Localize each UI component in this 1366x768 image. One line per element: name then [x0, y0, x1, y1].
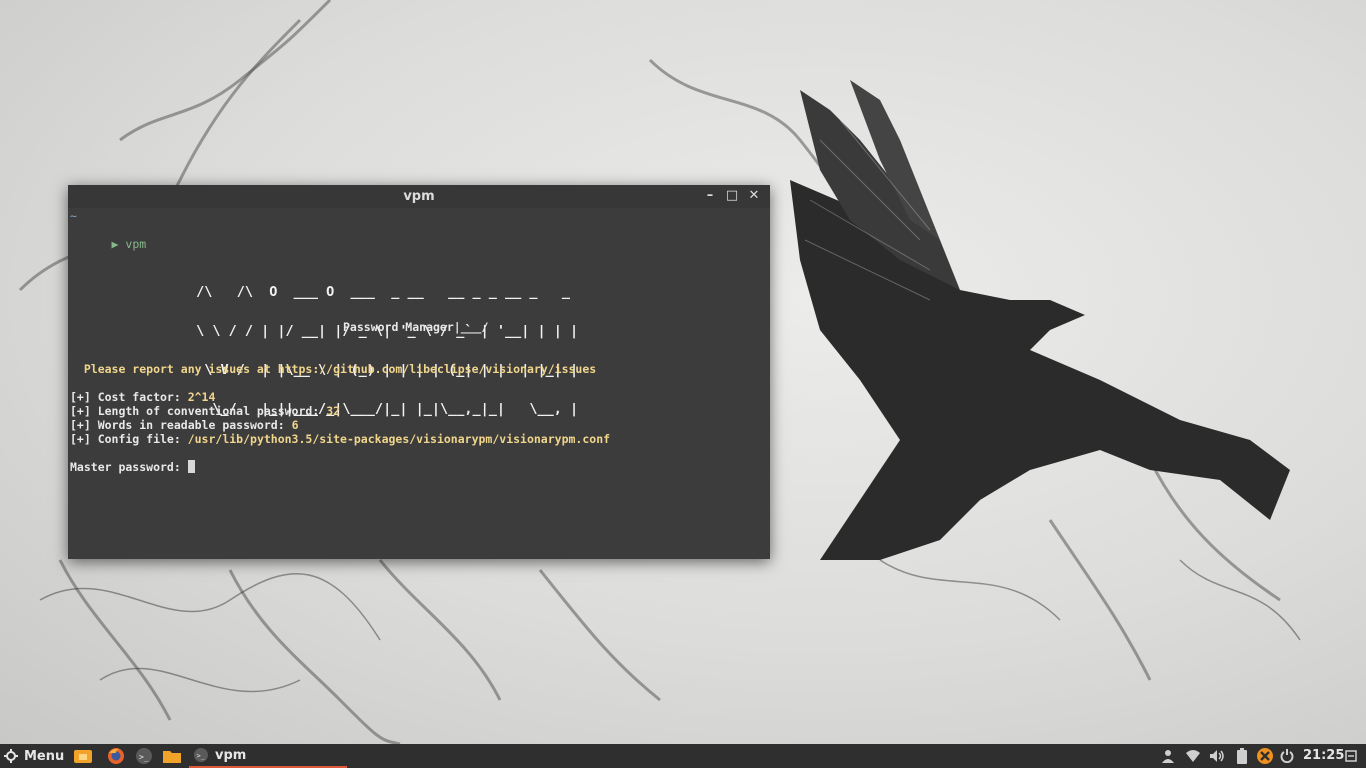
info-label: [+] Length of conventional password:	[70, 404, 327, 418]
volume-icon[interactable]	[1206, 744, 1228, 768]
close-icon[interactable]: ✕	[745, 187, 763, 205]
prompt-line: ▶ vpm	[70, 223, 147, 265]
report-issues-line: Please report any issues at https://gith…	[70, 362, 597, 376]
terminal-icon[interactable]: >_	[133, 745, 155, 767]
svg-text:>_: >_	[139, 753, 149, 762]
gear-icon	[4, 749, 18, 763]
info-line-length: [+] Length of conventional password: 32	[70, 404, 340, 418]
info-value: 6	[291, 418, 299, 432]
info-label: [+] Words in readable password:	[70, 418, 292, 432]
master-password-prompt[interactable]: Master password:	[70, 460, 195, 474]
info-label: [+] Config file:	[70, 432, 188, 446]
clock-icon[interactable]	[1340, 744, 1362, 768]
firefox-icon[interactable]	[105, 745, 127, 767]
info-value: 2^14	[187, 390, 216, 404]
minimize-icon[interactable]: –	[701, 187, 719, 205]
info-line-words: [+] Words in readable password: 6	[70, 418, 299, 432]
window-titlebar[interactable]: vpm – □ ✕	[68, 185, 770, 208]
command-text: vpm	[125, 237, 147, 251]
taskbar: Menu >_ >_ vpm 21:25	[0, 744, 1366, 768]
prompt-arrow-icon: ▶	[111, 237, 119, 251]
info-line-config: [+] Config file: /usr/lib/python3.5/site…	[70, 432, 610, 446]
wifi-icon[interactable]	[1182, 744, 1204, 768]
info-line-cost-factor: [+] Cost factor: 2^14	[70, 390, 215, 404]
taskbar-task-vpm[interactable]: >_ vpm	[189, 744, 347, 768]
cwd-line: ~	[70, 209, 77, 223]
files-icon[interactable]	[161, 745, 183, 767]
svg-text:>_: >_	[197, 752, 206, 760]
terminal-output[interactable]: ~ ▶ vpm /\ /\ O ___ O ___ _ __ __ _ _ __…	[70, 208, 770, 559]
terminal-window[interactable]: vpm – □ ✕ ~ ▶ vpm /\ /\ O ___ O ___ _ __…	[68, 185, 770, 559]
maximize-icon[interactable]: □	[723, 187, 741, 205]
text-cursor	[187, 460, 195, 473]
info-value: /usr/lib/python3.5/site-packages/visiona…	[187, 432, 611, 446]
battery-icon[interactable]	[1231, 744, 1253, 768]
terminal-icon: >_	[194, 748, 208, 762]
window-title: vpm	[403, 189, 435, 204]
info-value: 32	[326, 404, 341, 418]
banner-subtitle: Password Manager|___/	[343, 320, 489, 334]
update-icon[interactable]	[1254, 744, 1276, 768]
power-icon[interactable]	[1276, 744, 1298, 768]
task-label: vpm	[215, 747, 247, 763]
info-label: [+] Cost factor:	[70, 390, 188, 404]
menu-button[interactable]: Menu	[4, 744, 64, 768]
banner-line: /\ /\ O ___ O ___ _ __ __ _ _ __ _ _	[188, 284, 579, 300]
home-folder-icon[interactable]	[72, 745, 94, 767]
menu-label: Menu	[24, 748, 65, 764]
master-password-label: Master password:	[70, 460, 188, 474]
clock-text[interactable]: 21:25	[1303, 748, 1344, 763]
user-icon[interactable]	[1157, 744, 1179, 768]
